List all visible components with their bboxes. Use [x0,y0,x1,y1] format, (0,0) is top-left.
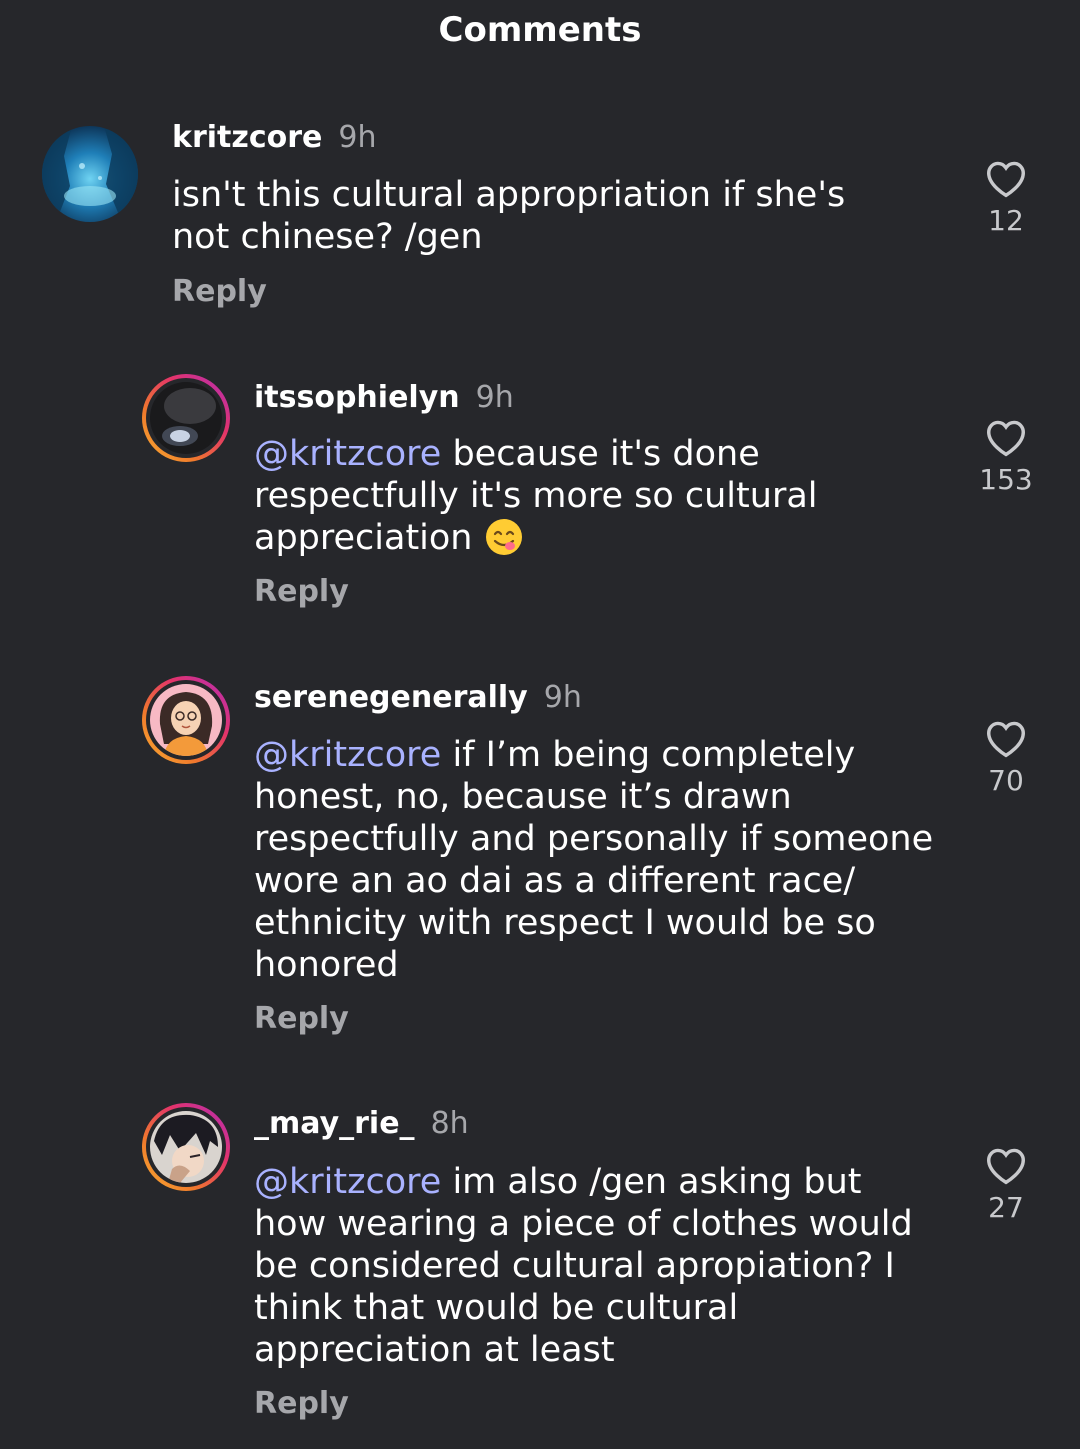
like-count: 27 [988,1191,1024,1224]
like-count: 153 [979,463,1033,496]
heart-icon[interactable] [985,419,1027,457]
reply-button[interactable]: Reply [254,1001,349,1036]
comment-body: isn't this cultural appropriation if she… [172,175,846,257]
heart-icon[interactable] [985,1147,1027,1185]
comment-text: @kritzcore im also /gen asking but how w… [254,1161,944,1371]
username[interactable]: serenegenerally [254,680,528,715]
username[interactable]: itssophielyn [254,380,460,415]
heart-icon[interactable] [985,160,1027,198]
username[interactable]: _may_rie_ [254,1106,415,1141]
comment-header: serenegenerally 9h [254,680,582,715]
avatar-image [150,1111,222,1183]
ocean-cave-avatar-icon [42,126,138,222]
timestamp: 9h [338,120,377,155]
avatar[interactable] [142,374,230,462]
comment-text: isn't this cultural appropriation if she… [172,174,912,258]
dark-photo-avatar-icon [150,382,222,454]
username[interactable]: kritzcore [172,120,322,155]
avatar[interactable] [142,1103,230,1191]
avatar[interactable] [42,126,138,222]
timestamp: 9h [543,680,582,715]
illustrated-girl-avatar-icon [150,684,222,756]
comment-text: @kritzcore because it's done respectfull… [254,433,914,559]
comment-header: itssophielyn 9h [254,380,514,415]
comment-text: @kritzcore if I’m being completely hones… [254,734,934,986]
avatar[interactable] [142,676,230,764]
like-control: 153 [966,419,1046,496]
comment-header: kritzcore 9h [172,120,376,155]
avatar-image [150,382,222,454]
mention-link[interactable]: @kritzcore [254,434,441,474]
like-count: 12 [988,204,1024,237]
mention-link[interactable]: @kritzcore [254,1162,441,1202]
like-control: 27 [966,1147,1046,1224]
page-title: Comments [438,10,642,50]
like-control: 70 [966,720,1046,797]
avatar-image [150,684,222,756]
like-count: 70 [988,764,1024,797]
reply-button[interactable]: Reply [172,274,267,309]
anime-character-avatar-icon [150,1111,222,1183]
comment-header: _may_rie_ 8h [254,1106,469,1141]
timestamp: 9h [475,380,514,415]
like-control: 12 [966,160,1046,237]
mention-link[interactable]: @kritzcore [254,735,441,775]
heart-icon[interactable] [985,720,1027,758]
savoring-food-emoji-icon [484,517,524,557]
reply-button[interactable]: Reply [254,574,349,609]
timestamp: 8h [430,1106,469,1141]
reply-button[interactable]: Reply [254,1386,349,1421]
